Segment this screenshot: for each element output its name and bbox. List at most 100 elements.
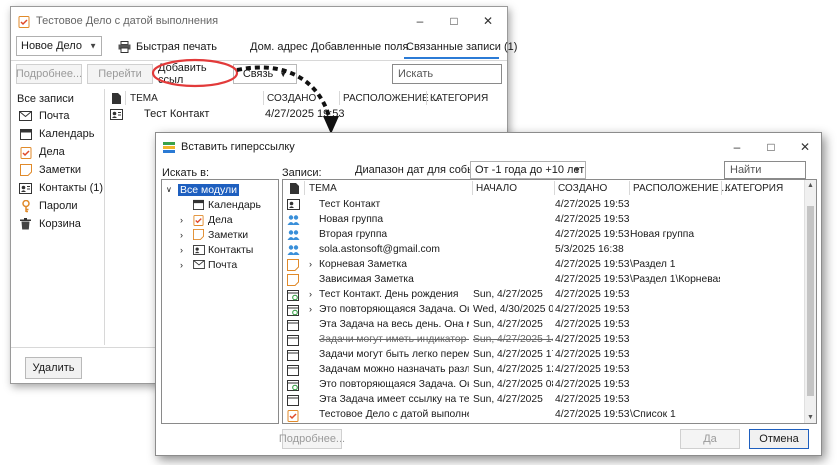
cancel-button[interactable]: Отмена: [749, 429, 809, 449]
tab-home-address[interactable]: Дом. адрес: [250, 41, 308, 53]
row-created: 4/27/2025 19:53: [555, 349, 629, 360]
tree-item-mail[interactable]: › Почта: [180, 257, 237, 272]
date-range-combo[interactable]: От -1 года до +10 лет ▼: [470, 161, 586, 179]
sidebar-item-contacts[interactable]: Контакты (1): [19, 179, 103, 197]
row-created: 4/27/2025 19:53: [555, 364, 629, 375]
tab-related-records[interactable]: Связанные записи (1): [406, 41, 517, 53]
table-row[interactable]: › Тест Контакт. День рождения Sun, 4/27/20…: [283, 288, 804, 303]
column-start[interactable]: НАЧАЛО: [476, 183, 517, 194]
sidebar-item-trash[interactable]: Корзина: [19, 215, 81, 233]
maximize-button[interactable]: □: [437, 7, 471, 35]
row-subject: Задачи могут быть легко перемеще: [319, 349, 469, 360]
chevron-right-icon[interactable]: ›: [309, 304, 312, 314]
ok-button[interactable]: Да: [680, 429, 740, 449]
app-stripes-icon: [162, 141, 175, 154]
tab-added-fields[interactable]: Добавленные поля: [311, 41, 408, 53]
table-row[interactable]: Задачам можно назначать различн Sun, 4/27…: [283, 363, 804, 378]
document-icon: [288, 182, 301, 195]
row-subject: Это повторяющаяся Задача. Она на: [319, 379, 469, 390]
tree-item-all-modules[interactable]: ∨ Все модули: [166, 182, 239, 197]
row-start: Sun, 4/27/2025: [473, 394, 543, 405]
scroll-down-icon[interactable]: ▼: [807, 414, 814, 421]
go-button[interactable]: Перейти: [87, 64, 153, 84]
more-button[interactable]: Подробнее...: [279, 429, 345, 449]
table-row[interactable]: › Это повторяющаяся Задача. Она на Wed, 4/…: [283, 303, 804, 318]
chevron-right-icon: ›: [180, 229, 183, 240]
sidebar-item-calendar[interactable]: Календарь: [19, 125, 95, 143]
table-row[interactable]: Тест Контакт 4/27/2025 19:53: [107, 107, 507, 122]
row-created: 4/27/2025 19:53: [555, 379, 629, 390]
table-row[interactable]: Задачи могут иметь индикатор вып Sun, 4/2…: [283, 333, 804, 348]
column-category[interactable]: КАТЕГОРИЯ: [725, 183, 783, 194]
row-location: Новая группа: [630, 229, 695, 240]
insert-hyperlink-dialog: Вставить гиперссылку – □ ✕ Искать в: Зап…: [155, 132, 822, 456]
column-created[interactable]: СОЗДАНО: [558, 183, 607, 194]
table-row[interactable]: › Корневая Заметка 4/27/2025 19:53 \Раздел …: [283, 258, 804, 273]
table-row[interactable]: Задачи могут быть легко перемеще Sun, 4/2…: [283, 348, 804, 363]
find-input[interactable]: Найти: [724, 161, 806, 179]
table-row[interactable]: Эта Задача имеет ссылку на тестов Sun, 4/…: [283, 393, 804, 408]
column-created[interactable]: СОЗДАНО: [267, 93, 316, 104]
calendar-icon: [19, 128, 32, 141]
sidebar-item-passwords[interactable]: Пароли: [19, 197, 78, 215]
table-row[interactable]: Тест Контакт 4/27/2025 19:53: [283, 198, 804, 213]
tree-item-contacts[interactable]: › Контакты: [180, 242, 253, 257]
row-subject: Новая группа: [319, 214, 384, 225]
sidebar-item-notes[interactable]: Заметки: [19, 161, 81, 179]
column-category[interactable]: КАТЕГОРИЯ: [430, 93, 488, 104]
row-created: 4/27/2025 19:53: [555, 319, 629, 330]
chevron-down-icon: ▼: [279, 69, 288, 79]
row-start: Sun, 4/27/2025 12:3: [473, 364, 553, 375]
scrollbar-thumb[interactable]: [807, 206, 814, 396]
records-grid[interactable]: ТЕМА НАЧАЛО СОЗДАНО РАСПОЛОЖЕНИЕ ... КАТ…: [282, 179, 817, 424]
search-input[interactable]: Искать: [392, 64, 502, 84]
sidebar-item-tasks[interactable]: Дела: [19, 143, 65, 161]
vertical-scrollbar[interactable]: ▲ ▼: [804, 180, 816, 423]
close-button[interactable]: ✕: [471, 7, 505, 35]
close-button[interactable]: ✕: [788, 133, 822, 161]
row-start: Sun, 4/27/2025: [473, 319, 543, 330]
quick-print-button[interactable]: Быстрая печать: [118, 40, 217, 53]
module-tree[interactable]: ∨ Все модули Календарь › Дела › Заметки …: [161, 179, 279, 424]
chevron-right-icon[interactable]: ›: [309, 289, 312, 299]
minimize-button[interactable]: –: [403, 7, 437, 35]
column-subject[interactable]: ТЕМА: [309, 183, 337, 194]
column-subject[interactable]: ТЕМА: [130, 93, 158, 104]
column-divider: [472, 181, 473, 195]
link-dropdown-button[interactable]: Связь ▼: [233, 64, 297, 84]
sidebar-item-label: Пароли: [39, 200, 78, 212]
new-item-combo[interactable]: Новое Дело ▼: [16, 36, 102, 56]
table-row[interactable]: Тестовое Дело с датой выполнения 4/27/202…: [283, 408, 804, 423]
chevron-right-icon[interactable]: ›: [309, 259, 312, 269]
calendar-icon: [287, 394, 300, 407]
group-icon: [287, 229, 300, 242]
task-icon: [17, 15, 30, 28]
task-window-title: Тестовое Дело с датой выполнения: [36, 15, 219, 27]
calendar-icon: [287, 319, 300, 332]
delete-button[interactable]: Удалить: [25, 357, 82, 379]
row-created: 4/27/2025 19:53: [555, 274, 629, 285]
row-location: \Раздел 1: [630, 259, 676, 270]
sidebar-item-label: Заметки: [39, 164, 82, 176]
scroll-up-icon[interactable]: ▲: [807, 182, 814, 189]
tree-item-notes[interactable]: › Заметки: [180, 227, 248, 242]
minimize-button[interactable]: –: [720, 133, 754, 161]
task-check-icon: [192, 213, 205, 226]
table-row[interactable]: Зависимая Заметка 4/27/2025 19:53 \Раздел …: [283, 273, 804, 288]
column-divider: [304, 181, 305, 195]
column-location[interactable]: РАСПОЛОЖЕНИЕ ...: [633, 183, 730, 194]
add-link-button[interactable]: Добавить ссыл: [157, 62, 229, 86]
table-row[interactable]: sola.astonsoft@gmail.com 5/3/2025 16:38: [283, 243, 804, 258]
table-row[interactable]: Вторая группа 4/27/2025 19:53 Новая группа: [283, 228, 804, 243]
maximize-button[interactable]: □: [754, 133, 788, 161]
tree-item-calendar[interactable]: Календарь: [180, 197, 261, 212]
envelope-icon: [192, 258, 205, 271]
sidebar-item-label: Контакты (1): [39, 182, 104, 194]
table-row[interactable]: Эта Задача на весь день. Она может Sun, 4…: [283, 318, 804, 333]
more-button[interactable]: Подробнее...: [16, 64, 82, 84]
sidebar-item-mail[interactable]: Почта: [19, 107, 70, 125]
sidebar-divider: [104, 89, 105, 345]
tree-item-tasks[interactable]: › Дела: [180, 212, 233, 227]
table-row[interactable]: Новая группа 4/27/2025 19:53: [283, 213, 804, 228]
table-row[interactable]: Это повторяющаяся Задача. Она на Sun, 4/2…: [283, 378, 804, 393]
